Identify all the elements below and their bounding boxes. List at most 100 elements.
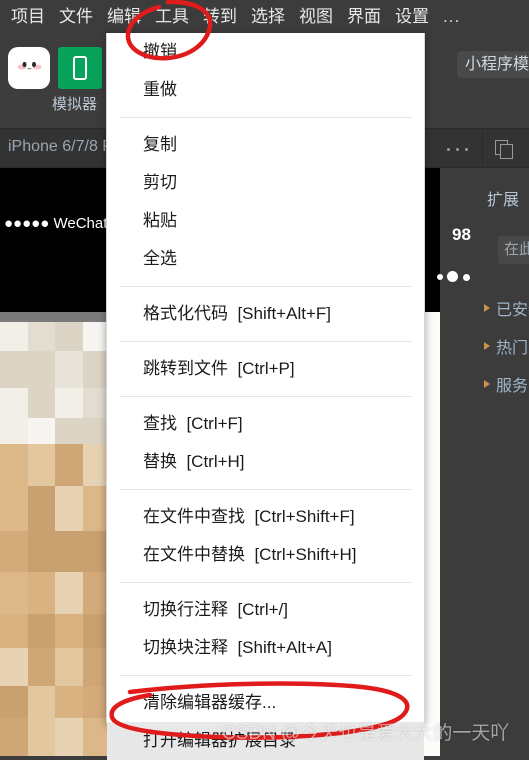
menu-item-label: 格式化代码	[143, 304, 228, 323]
menu-item-label: 重做	[143, 80, 177, 99]
menu-item-4-1[interactable]: 跳转到文件 [Ctrl+P]	[107, 350, 424, 388]
mosaic-cell	[55, 388, 83, 419]
mosaic-cell	[55, 572, 83, 615]
mosaic-cell	[0, 486, 28, 532]
more-options-button[interactable]	[434, 129, 483, 168]
mosaic-cell	[0, 572, 28, 615]
menu-item-2-2[interactable]: 剪切	[107, 164, 424, 202]
mosaic-cell	[27, 418, 56, 445]
menubar-item-tools[interactable]: 工具	[148, 0, 196, 33]
preview-dots-icon	[437, 270, 477, 286]
menubar-item-edit[interactable]: 编辑	[100, 0, 148, 33]
menubar-item-view[interactable]: 视图	[292, 0, 340, 33]
mini-program-tab[interactable]: 小程序模板	[457, 51, 529, 78]
menu-separator	[119, 582, 412, 583]
menu-item-2-4[interactable]: 全选	[107, 240, 424, 278]
menu-separator	[119, 286, 412, 287]
tree-item-installed[interactable]: 已安装	[484, 296, 529, 320]
mosaic-cell	[82, 718, 110, 756]
mosaic-cell	[55, 531, 83, 573]
tree-item-label: 热门	[496, 340, 529, 357]
mosaic-cell	[27, 486, 56, 532]
menubar-item-goto[interactable]: 转到	[196, 0, 244, 33]
tree-item-services[interactable]: 服务	[484, 372, 528, 396]
menu-item-label: 剪切	[143, 173, 177, 192]
mosaic-cell	[0, 648, 28, 687]
menu-item-label: 切换行注释	[143, 600, 228, 619]
menu-item-7-1[interactable]: 切换行注释 [Ctrl+/]	[107, 591, 424, 629]
menubar-item-more[interactable]: ...	[436, 0, 467, 33]
phone-simulator: ●●●●● WeChat	[0, 168, 110, 756]
menu-item-shortcut: [Ctrl+Shift+H]	[245, 545, 357, 564]
wechat-devtools-window: 模拟器 小程序模板 iPhone 6/7/8 Plus 98 ●●●●● WeC…	[0, 0, 529, 760]
carrier-name: WeChat	[53, 215, 108, 232]
menu-item-5-2[interactable]: 替换 [Ctrl+H]	[107, 443, 424, 481]
menu-item-label: 全选	[143, 249, 177, 268]
menu-separator	[119, 675, 412, 676]
extensions-search-chip[interactable]: 在此处搜索	[498, 236, 529, 264]
copy-icon[interactable]	[495, 140, 515, 160]
menubar-item-project[interactable]: 项目	[4, 0, 52, 33]
mosaic-cell	[0, 614, 28, 649]
menu-item-7-2[interactable]: 切换块注释 [Shift+Alt+A]	[107, 629, 424, 667]
menu-group: 跳转到文件 [Ctrl+P]	[107, 350, 424, 388]
menu-group: 格式化代码 [Shift+Alt+F]	[107, 295, 424, 333]
mosaic-cell	[55, 614, 83, 649]
menu-item-shortcut: [Ctrl+/]	[228, 600, 288, 619]
mosaic-cell	[27, 351, 56, 389]
menu-item-5-1[interactable]: 查找 [Ctrl+F]	[107, 405, 424, 443]
tree-item-label: 服务	[496, 378, 529, 395]
mosaic-cell	[27, 388, 56, 419]
menu-item-2-3[interactable]: 粘贴	[107, 202, 424, 240]
mosaic-cell	[0, 388, 28, 419]
menu-item-2-1[interactable]: 复制	[107, 126, 424, 164]
mosaic-cell	[0, 718, 28, 756]
menu-separator	[119, 341, 412, 342]
menubar-item-select[interactable]: 选择	[244, 0, 292, 33]
mosaic-cell	[27, 531, 56, 573]
menu-item-8-1[interactable]: 清除编辑器缓存...	[107, 684, 424, 722]
menu-item-label: 在文件中替换	[143, 545, 245, 564]
mosaic-cell	[27, 614, 56, 649]
mosaic-cell	[55, 444, 83, 487]
menu-item-shortcut: [Ctrl+H]	[177, 452, 245, 471]
mosaic-cell	[27, 648, 56, 687]
mosaic-cell	[0, 418, 28, 445]
menubar-item-interface[interactable]: 界面	[340, 0, 388, 33]
chevron-right-icon	[484, 380, 490, 388]
mosaic-cell	[27, 444, 56, 487]
edit-menu-dropdown: 撤销重做复制剪切粘贴全选格式化代码 [Shift+Alt+F] 跳转到文件 [Ct…	[106, 33, 425, 760]
menu-item-6-1[interactable]: 在文件中查找 [Ctrl+Shift+F]	[107, 498, 424, 536]
tree-item-popular[interactable]: 热门	[484, 334, 528, 358]
menu-separator	[119, 117, 412, 118]
menu-item-6-2[interactable]: 在文件中替换 [Ctrl+Shift+H]	[107, 536, 424, 574]
mosaic-cell	[0, 444, 28, 487]
mosaic-cell	[27, 686, 56, 719]
menu-item-1-1[interactable]: 撤销	[107, 33, 424, 71]
menu-separator	[119, 396, 412, 397]
mosaic-cell	[0, 686, 28, 719]
menu-item-label: 查找	[143, 414, 177, 433]
menubar-item-settings[interactable]: 设置	[388, 0, 436, 33]
menu-item-label: 跳转到文件	[143, 359, 228, 378]
menu-item-shortcut: [Shift+Alt+A]	[228, 638, 332, 657]
mosaic-cell	[0, 531, 28, 573]
menu-item-shortcut: [Ctrl+Shift+F]	[245, 507, 355, 526]
menu-group: 复制剪切粘贴全选	[107, 126, 424, 278]
chevron-right-icon	[484, 342, 490, 350]
mosaic-cell	[55, 418, 83, 445]
menubar-item-file[interactable]: 文件	[52, 0, 100, 33]
menu-item-3-1[interactable]: 格式化代码 [Shift+Alt+F]	[107, 295, 424, 333]
phone-icon	[73, 56, 87, 80]
mosaic-cell	[0, 351, 28, 389]
menu-item-shortcut: [Ctrl+F]	[177, 414, 243, 433]
mosaic-cell	[55, 351, 83, 389]
avatar-face-icon	[17, 61, 42, 70]
menu-item-shortcut: [Ctrl+P]	[228, 359, 295, 378]
badge-count: 98	[452, 225, 471, 244]
mosaic-cell	[55, 718, 83, 756]
extensions-panel-title: 扩展	[487, 192, 520, 209]
menu-item-1-2[interactable]: 重做	[107, 71, 424, 109]
menu-item-label: 粘贴	[143, 211, 177, 230]
simulator-toggle-button[interactable]	[58, 47, 102, 89]
